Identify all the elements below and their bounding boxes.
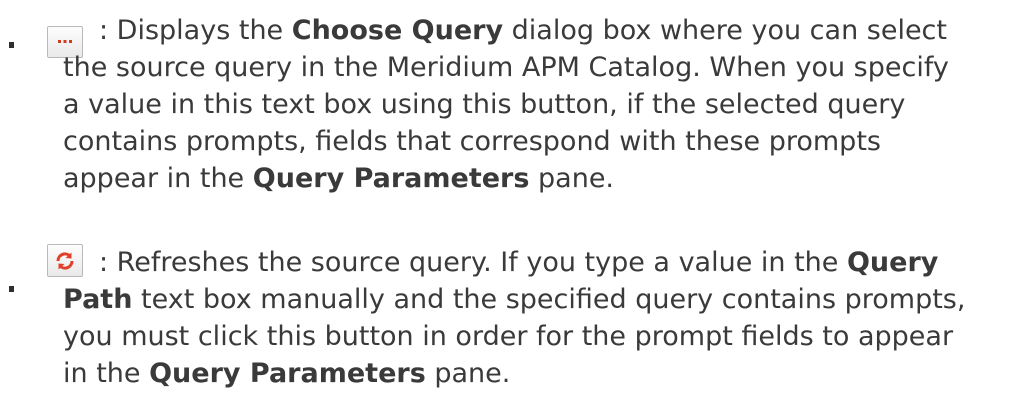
item-description: : Displays the Choose Query dialog box w… (63, 12, 1008, 197)
text-line: the source query in the Meridium APM Cat… (63, 49, 1008, 86)
text-line: appear in the Query Parameters pane. (63, 160, 1008, 197)
text-line: contains prompts, fields that correspond… (63, 123, 1008, 160)
ui-term: Query Parameters (252, 163, 530, 194)
item-description: : Refreshes the source query. If you typ… (63, 244, 1008, 392)
ui-term: Query Parameters (149, 358, 426, 389)
text-run: dialog box where you can select (503, 15, 947, 46)
text-run: the source query in the Meridium APM Cat… (63, 52, 949, 83)
text-line: Path text box manually and the specified… (63, 281, 1008, 318)
text-run: contains prompts, fields that correspond… (63, 126, 881, 157)
text-run: pane. (529, 163, 615, 194)
text-line: a value in this text box using this butt… (63, 86, 1008, 123)
text-run: in the (63, 358, 150, 389)
ui-term: Choose Query (291, 15, 504, 46)
text-line: in the Query Parameters pane. (63, 355, 1008, 392)
text-run: a value in this text box using this butt… (63, 89, 906, 120)
bullet-marker (9, 286, 14, 292)
text-run: : Refreshes the source query. If you typ… (99, 247, 847, 278)
text-run: you must click this button in order for … (63, 321, 954, 352)
ui-term: Query (846, 247, 939, 278)
bullet-marker (9, 42, 14, 48)
text-line: you must click this button in order for … (63, 318, 1008, 355)
text-run: appear in the (63, 163, 253, 194)
ui-term: Path (63, 284, 133, 315)
text-run: : Displays the (99, 15, 292, 46)
text-line: : Refreshes the source query. If you typ… (63, 244, 1008, 281)
text-run: text box manually and the specified quer… (132, 284, 966, 315)
text-run: pane. (425, 358, 511, 389)
text-line: : Displays the Choose Query dialog box w… (63, 12, 1008, 49)
